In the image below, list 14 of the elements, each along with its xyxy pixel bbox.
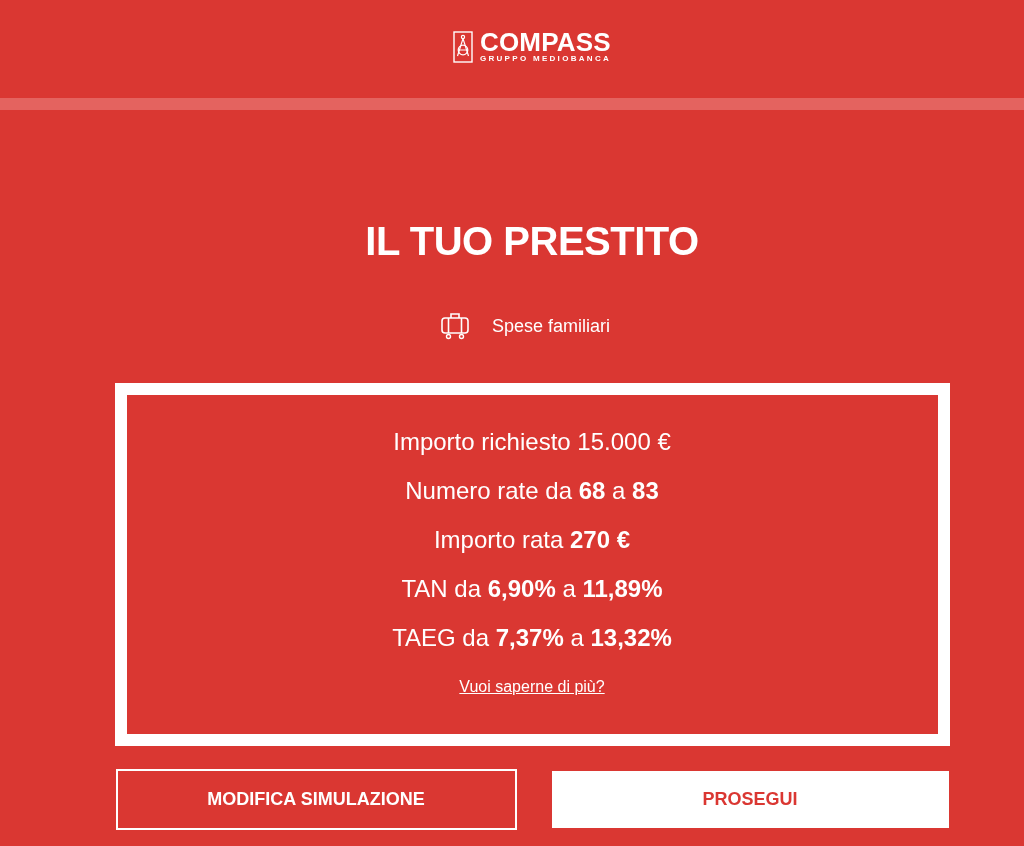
summary-line: Numero rate da 68 a 83 [405, 476, 659, 506]
summary-line: TAN da 6,90% a 11,89% [401, 574, 663, 604]
category-label: Spese familiari [491, 315, 610, 338]
summary-line: Importo rata 270 € [433, 525, 631, 555]
brand-tagline: GRUPPO MEDIOBANCA [479, 54, 612, 64]
more-info-link[interactable]: Vuoi saperne di più? [459, 662, 605, 711]
page-title: IL TUO PRESTITO [365, 218, 699, 265]
outline-button[interactable]: MODIFICA SIMULAZIONE [115, 769, 517, 830]
compass-logo-icon [452, 31, 473, 63]
primary-button[interactable]: PROSEGUI [551, 771, 949, 828]
summary-line: TAEG da 7,37% a 13,32% [392, 623, 672, 653]
summary-line: Importo richiesto 15.000 € [393, 427, 671, 457]
brand-name: COMPASS [479, 30, 611, 54]
suitcase-icon [439, 312, 470, 340]
